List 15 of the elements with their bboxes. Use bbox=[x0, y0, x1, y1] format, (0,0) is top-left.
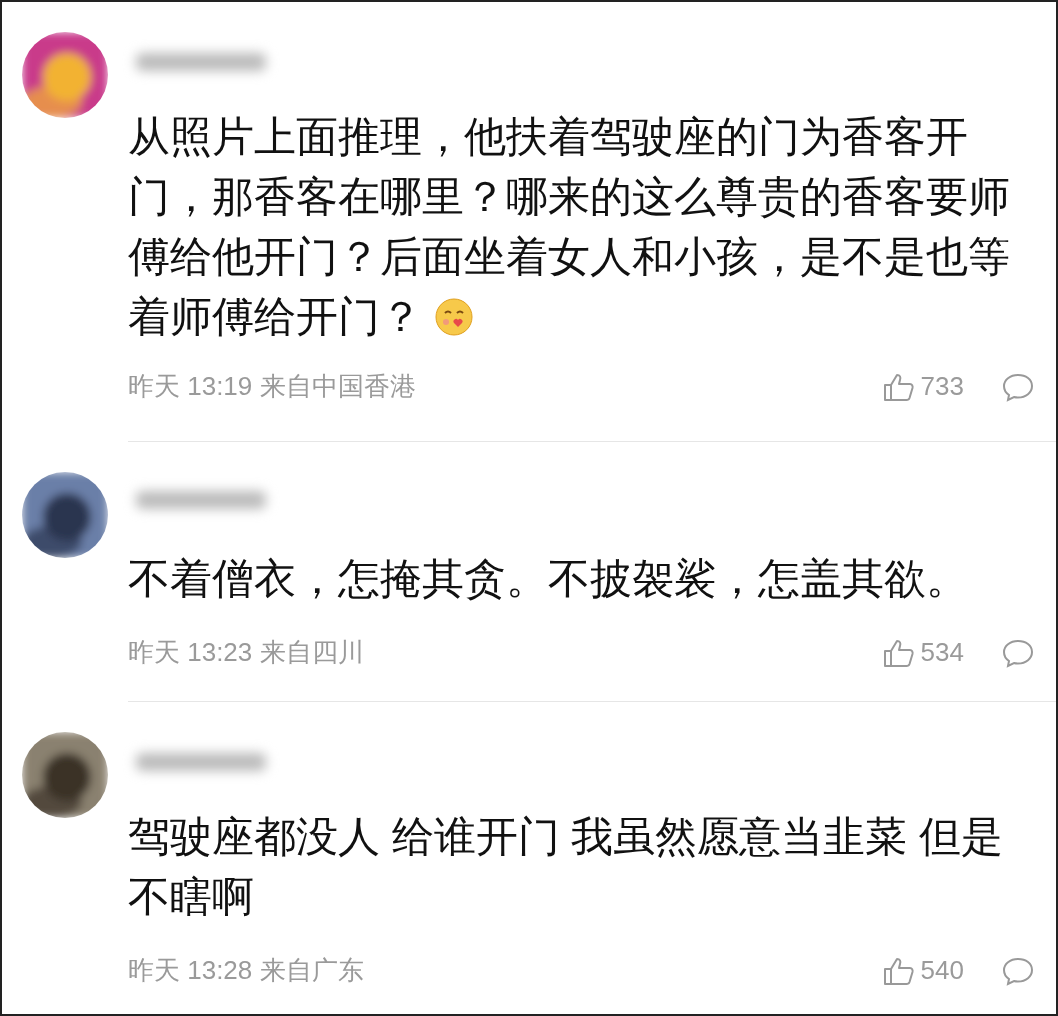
comment-button[interactable] bbox=[1002, 955, 1034, 986]
comment-button[interactable] bbox=[1002, 371, 1034, 402]
comment-meta: 昨天 13:28 来自广东 bbox=[128, 954, 364, 987]
comment-button[interactable] bbox=[1002, 637, 1034, 668]
comment-text: 驾驶座都没人 给谁开门 我虽然愿意当韭菜 但是不瞎啊 bbox=[128, 812, 1004, 922]
thumbs-up-icon bbox=[882, 955, 915, 986]
comment-text: 不着僧衣，怎掩其贪。不披袈裟，怎盖其欲。 bbox=[128, 554, 969, 604]
like-button[interactable]: 540 bbox=[882, 951, 964, 990]
thumbs-up-icon bbox=[882, 371, 915, 402]
comment-text: 从照片上面推理，他扶着驾驶座的门为香客开门，那香客在哪里？哪来的这么尊贵的香客要师傅给他开门？后面坐着女人和小孩，是不是也等着师傅给开门？ bbox=[128, 112, 1011, 342]
like-button[interactable]: 534 bbox=[882, 633, 964, 672]
thumbs-up-icon bbox=[882, 637, 915, 668]
comment-meta: 昨天 13:23 来自四川 bbox=[128, 636, 364, 669]
like-button[interactable]: 733 bbox=[882, 367, 964, 406]
comment-meta: 昨天 13:19 来自中国香港 bbox=[128, 370, 416, 403]
